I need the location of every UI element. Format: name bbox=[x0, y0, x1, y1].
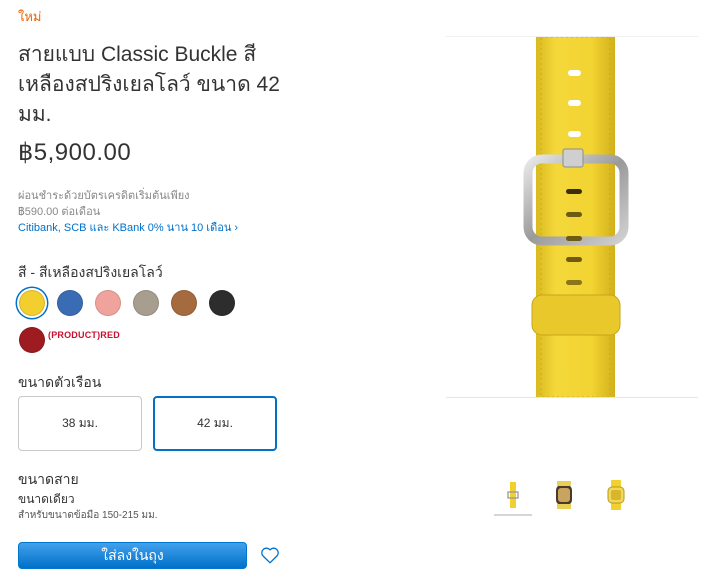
watch-side-thumb-icon bbox=[556, 481, 572, 509]
add-to-bag-button[interactable]: ใส่ลงในถุง bbox=[18, 542, 247, 569]
financing-info: ผ่อนชำระด้วยบัตรเครดิตเริ่มต้นเพียง ฿590… bbox=[18, 188, 238, 236]
swatch-spring-yellow[interactable] bbox=[19, 290, 45, 316]
color-label: สี - สีเหลืองสปริงเยลโลว์ bbox=[18, 264, 163, 280]
band-size-note: สำหรับขนาดข้อมือ 150-215 มม. bbox=[18, 510, 158, 521]
swatch-pink[interactable] bbox=[95, 290, 121, 316]
product-hero-image bbox=[446, 36, 698, 398]
watch-front-thumb-icon bbox=[607, 480, 625, 510]
product-title: สายแบบ Classic Buckle สีเหลืองสปริงเยลโล… bbox=[18, 43, 280, 126]
watch-band-image bbox=[523, 36, 629, 398]
swatch-taupe[interactable] bbox=[133, 290, 159, 316]
new-badge: ใหม่ bbox=[18, 9, 42, 24]
swatch-saddle-brown[interactable] bbox=[171, 290, 197, 316]
swatch-blue[interactable] bbox=[57, 290, 83, 316]
band-thumb-icon bbox=[507, 482, 519, 508]
product-red-label: (PRODUCT)RED bbox=[48, 330, 120, 340]
case-size-38-button[interactable]: 38 มม. bbox=[18, 396, 142, 451]
financing-line-2: ฿590.00 ต่อเดือน bbox=[18, 206, 101, 218]
swatch-product-red[interactable] bbox=[19, 327, 45, 353]
band-size-label: ขนาดสาย bbox=[18, 471, 79, 487]
financing-link[interactable]: Citibank, SCB และ KBank 0% นาน 10 เดือน … bbox=[18, 220, 238, 236]
thumbnail-watch-side[interactable] bbox=[545, 478, 583, 514]
swatch-black[interactable] bbox=[209, 290, 235, 316]
product-price: ฿5,900.00 bbox=[18, 139, 132, 166]
band-size-value: ขนาดเดียว bbox=[18, 492, 75, 506]
thumbnail-band[interactable] bbox=[494, 478, 532, 516]
financing-line-1: ผ่อนชำระด้วยบัตรเครดิตเริ่มต้นเพียง bbox=[18, 190, 190, 202]
case-size-42-button[interactable]: 42 มม. bbox=[153, 396, 277, 451]
thumbnail-watch-front[interactable] bbox=[597, 478, 635, 514]
case-size-label: ขนาดตัวเรือน bbox=[18, 374, 102, 390]
heart-icon[interactable] bbox=[259, 544, 281, 566]
